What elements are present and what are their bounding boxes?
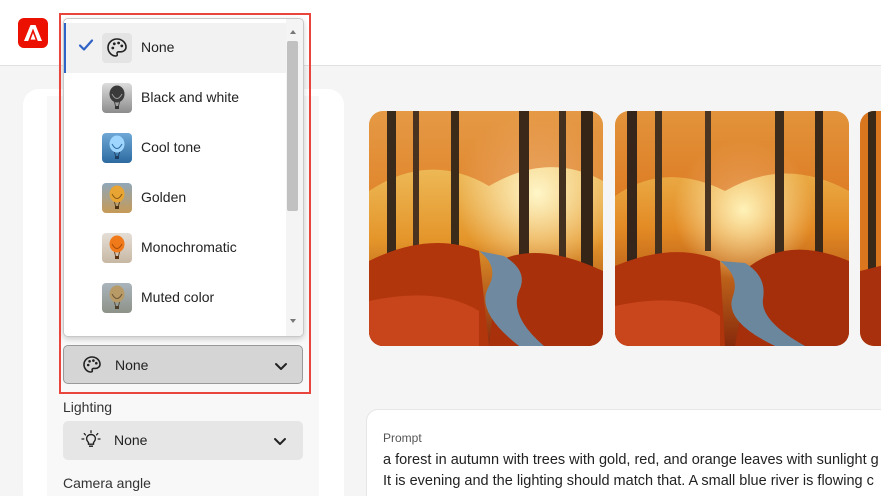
lightbulb-icon — [81, 430, 101, 447]
highlight-box — [59, 13, 311, 394]
lighting-select-value: None — [114, 432, 148, 448]
lighting-label: Lighting — [63, 399, 113, 415]
lighting-select[interactable]: None — [63, 421, 303, 460]
prompt-title: Prompt — [383, 431, 422, 445]
chevron-down-icon — [274, 438, 286, 445]
generated-image-3[interactable] — [860, 111, 881, 346]
generated-image-2[interactable] — [615, 111, 849, 346]
generated-image-1[interactable] — [369, 111, 603, 346]
prompt-text-line-2[interactable]: It is evening and the lighting should ma… — [383, 473, 874, 489]
camera-angle-label: Camera angle — [63, 475, 151, 491]
prompt-card[interactable]: Prompt a forest in autumn with trees wit… — [366, 409, 881, 496]
adobe-firefly-logo-icon[interactable] — [18, 18, 48, 48]
prompt-text-line-1[interactable]: a forest in autumn with trees with gold,… — [383, 452, 879, 468]
